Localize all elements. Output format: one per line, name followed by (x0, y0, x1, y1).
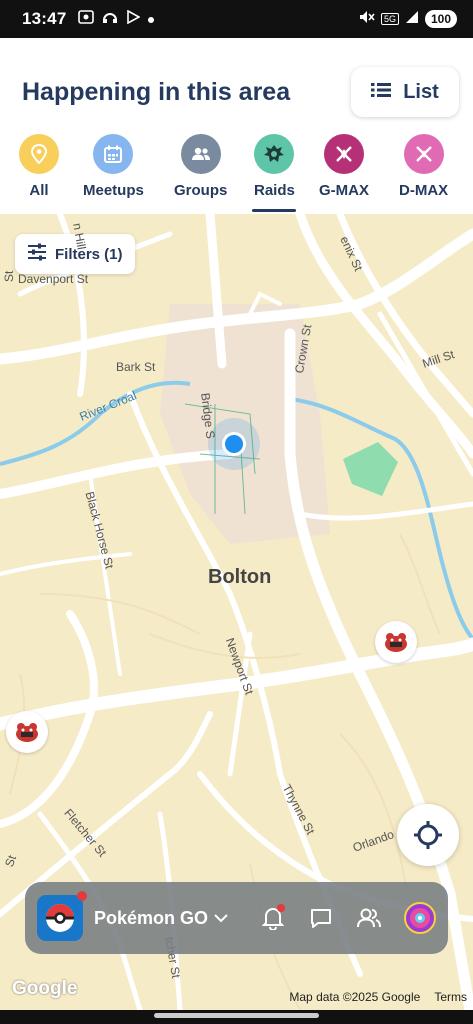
dmax-icon (403, 134, 444, 174)
home-gesture-handle[interactable] (154, 1013, 319, 1018)
raid-boss-pin[interactable] (6, 711, 48, 753)
tab-raids[interactable]: Raids (252, 134, 296, 212)
raid-boss-icon (16, 723, 38, 742)
terms-link[interactable]: Terms (434, 990, 467, 1004)
system-icons: 5G 100 (359, 10, 457, 29)
friends-icon (357, 908, 381, 928)
page-title: Happening in this area (22, 78, 291, 106)
street-label: St (2, 270, 16, 282)
app-name: Pokémon GO (94, 907, 209, 928)
map-data-text: Map data ©2025 Google (289, 990, 421, 1004)
network-type: 5G (380, 13, 399, 25)
chevron-down-icon (214, 914, 228, 923)
list-view-button[interactable]: List (351, 67, 459, 117)
system-nav-bar (0, 1010, 473, 1024)
chat-icon (311, 909, 331, 928)
street-label: Bark St (116, 360, 156, 374)
town-label: Bolton (208, 566, 272, 588)
calendar-icon (93, 134, 134, 174)
app-icon[interactable] (37, 891, 87, 941)
tab-label: G-MAX (319, 182, 369, 199)
crosshair-icon (414, 821, 442, 849)
tab-groups[interactable]: Groups (174, 134, 227, 199)
pin-icon (19, 134, 59, 174)
tab-all[interactable]: All (19, 134, 59, 199)
events-header: Happening in this area List All Meetups (0, 38, 473, 214)
people-icon (180, 134, 221, 174)
dot-icon (148, 10, 155, 28)
app-bar-actions (260, 902, 436, 934)
signal-icon (405, 10, 419, 29)
google-logo: Google (12, 978, 78, 999)
category-tabs: All Meetups Groups Raids G-MAX D-MAX (0, 134, 473, 214)
tab-label: Meetups (83, 182, 144, 199)
notification-dot (277, 904, 285, 912)
headset-icon (102, 10, 118, 29)
mute-icon (359, 10, 375, 29)
tab-meetups[interactable]: Meetups (83, 134, 144, 199)
app-switcher[interactable]: Pokémon GO (94, 908, 228, 929)
battery-level: 100 (424, 10, 457, 28)
user-location-dot (225, 435, 243, 453)
sliders-icon (27, 243, 47, 265)
tab-label: Raids (254, 182, 295, 199)
status-bar: 13:47 5G 100 (0, 0, 473, 38)
notifications-button[interactable] (260, 904, 286, 931)
tab-g-max[interactable]: G-MAX (319, 134, 369, 199)
tab-d-max[interactable]: D-MAX (399, 134, 448, 199)
street-label: Davenport St (18, 272, 89, 286)
gmax-icon (324, 134, 364, 174)
list-icon (371, 81, 392, 104)
list-label: List (403, 80, 439, 103)
avatar-badge-icon (410, 908, 430, 928)
pokeball-icon (46, 904, 74, 932)
raid-boss-pin[interactable] (375, 621, 417, 663)
friends-button[interactable] (356, 905, 382, 931)
map-attribution: Map data ©2025 Google Terms (289, 990, 467, 1004)
raid-boss-icon (385, 633, 407, 652)
tab-label: D-MAX (399, 182, 449, 199)
play-store-icon (126, 9, 142, 29)
recenter-button[interactable] (397, 804, 459, 866)
tab-label: Groups (174, 182, 228, 199)
notification-dot (77, 891, 87, 901)
selected-tab-indicator (252, 209, 296, 212)
tab-label: All (29, 182, 49, 199)
notification-icons (78, 9, 155, 29)
raid-icon (254, 134, 295, 174)
messages-button[interactable] (308, 905, 334, 931)
avatar[interactable] (404, 902, 436, 934)
screenshot-icon (78, 9, 95, 29)
app-bar: Pokémon GO (25, 882, 448, 954)
status-time: 13:47 (22, 9, 67, 28)
